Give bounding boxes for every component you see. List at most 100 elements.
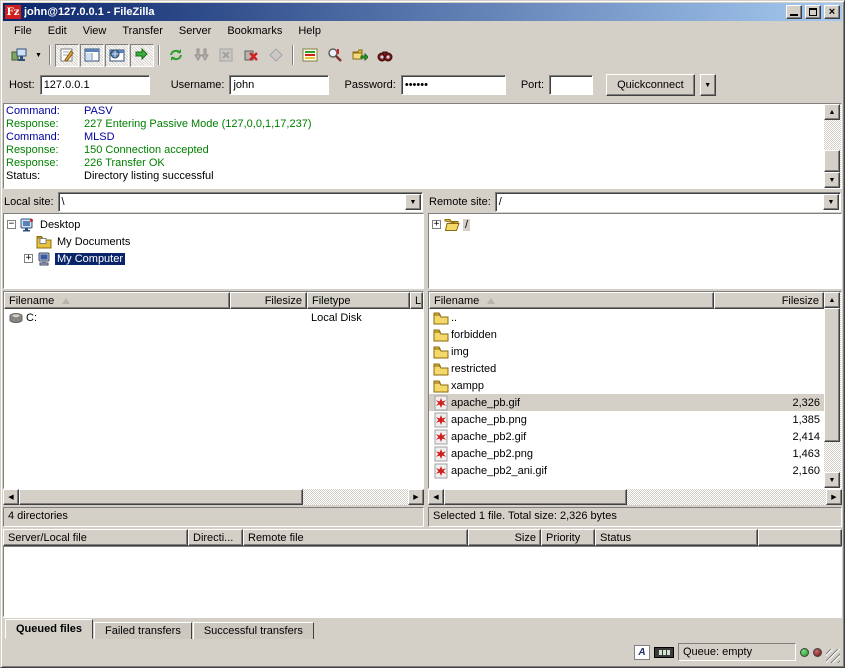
sort-ascending-icon [62,298,70,304]
filter-button[interactable] [323,44,347,67]
menu-help[interactable]: Help [290,23,329,39]
remote-vscrollbar[interactable]: ▲ ▼ [824,292,841,488]
local-site-combo[interactable]: \ ▼ [58,192,423,212]
find-button[interactable] [373,44,397,67]
minimize-button[interactable] [786,5,802,19]
remote-file-row[interactable]: apache_pb2_ani.gif2,160 [429,462,824,479]
column-header-filesize[interactable]: Filesize [714,292,824,309]
column-header-directi-[interactable]: Directi... [188,529,243,546]
local-hscroll-thumb[interactable] [19,489,303,505]
remote-site-combo[interactable]: / ▼ [495,192,841,212]
resize-grip[interactable] [826,649,840,663]
tab-failed-transfers[interactable]: Failed transfers [94,622,192,639]
file-name: C: [26,312,37,324]
remote-site-dropdown[interactable]: ▼ [823,194,839,210]
remote-vscroll-thumb[interactable] [824,308,840,442]
menu-view[interactable]: View [75,23,115,39]
remote-file-row[interactable]: restricted [429,360,824,377]
menu-server[interactable]: Server [171,23,219,39]
scroll-down-icon[interactable]: ▼ [824,172,840,188]
remote-file-row[interactable]: .. [429,309,824,326]
file-type: Local Disk [307,312,410,324]
column-header-size[interactable]: Size [468,529,541,546]
column-header-filename[interactable]: Filename [429,292,714,309]
documents-folder-icon [36,234,52,250]
local-file-row[interactable]: C: Local Disk [4,309,423,326]
scroll-down-icon[interactable]: ▼ [824,472,840,488]
log-scroll-track[interactable] [824,120,841,172]
column-header-filesize[interactable]: Filesize [230,292,307,309]
cancel-button[interactable] [214,44,238,67]
site-manager-dropdown[interactable]: ▼ [32,44,45,67]
remote-hscroll-thumb[interactable] [444,489,627,505]
scroll-left-icon[interactable]: ◀ [428,489,444,505]
host-label: Host: [9,79,35,91]
column-header-spacer[interactable] [758,529,842,546]
menu-bookmarks[interactable]: Bookmarks [219,23,290,39]
scroll-right-icon[interactable]: ▶ [826,489,842,505]
directory-comparison-button[interactable] [298,44,322,67]
log-label: Command: [6,105,84,118]
menu-transfer[interactable]: Transfer [114,23,171,39]
tree-item-my-computer[interactable]: +My Computer [5,250,422,267]
expand-icon[interactable]: + [24,254,33,263]
tree-item-my-documents[interactable]: My Documents [5,233,422,250]
toggle-local-tree-button[interactable] [80,44,104,67]
close-button[interactable]: × [824,5,840,19]
column-header-filename[interactable]: Filename [4,292,230,309]
refresh-button[interactable] [164,44,188,67]
local-site-dropdown[interactable]: ▼ [405,194,421,210]
toggle-queue-button[interactable] [130,44,154,67]
scroll-up-icon[interactable]: ▲ [824,292,840,308]
site-manager-button[interactable] [7,44,31,67]
column-header-filetype[interactable]: Filetype [307,292,410,309]
remote-file-row[interactable]: apache_pb2.png1,463 [429,445,824,462]
remote-file-row[interactable]: apache_pb.png1,385 [429,411,824,428]
log-scrollbar[interactable]: ▲ ▼ [824,104,841,188]
tree-item--[interactable]: +/ [430,216,840,233]
tree-item-desktop[interactable]: −Desktop [5,216,422,233]
column-header-remote-file[interactable]: Remote file [243,529,468,546]
disconnect-button[interactable] [239,44,263,67]
titlebar[interactable]: Fz john@127.0.0.1 - FileZilla × [3,3,842,21]
port-input[interactable] [549,75,593,95]
scroll-right-icon[interactable]: ▶ [408,489,424,505]
host-input[interactable] [40,75,150,95]
local-hscroll-track[interactable] [19,489,408,505]
quickconnect-button[interactable]: Quickconnect [606,74,695,96]
remote-file-row[interactable]: img [429,343,824,360]
toggle-remote-tree-button[interactable] [105,44,129,67]
remote-vscroll-track[interactable] [824,308,841,472]
column-header-l[interactable]: L [410,292,423,309]
username-input[interactable] [229,75,329,95]
remote-hscrollbar[interactable]: ◀ ▶ [428,489,842,505]
password-input[interactable] [401,75,506,95]
toggle-log-button[interactable] [55,44,79,67]
scroll-up-icon[interactable]: ▲ [824,104,840,120]
column-label: Filetype [312,295,351,307]
process-queue-button[interactable] [189,44,213,67]
abort-button[interactable] [264,44,288,67]
menu-file[interactable]: File [6,23,40,39]
column-header-priority[interactable]: Priority [541,529,595,546]
scroll-left-icon[interactable]: ◀ [3,489,19,505]
file-size: 2,326 [719,397,824,409]
quickconnect-dropdown-button[interactable]: ▼ [700,74,716,96]
maximize-button[interactable] [805,5,821,19]
local-hscrollbar[interactable]: ◀ ▶ [3,489,424,505]
remote-file-row[interactable]: apache_pb.gif2,326 [429,394,824,411]
column-header-server-local-file[interactable]: Server/Local file [3,529,188,546]
column-header-status[interactable]: Status [595,529,758,546]
menu-edit[interactable]: Edit [40,23,75,39]
tab-queued-files[interactable]: Queued files [5,619,93,639]
tab-successful-transfers[interactable]: Successful transfers [193,622,314,639]
synchronized-browsing-button[interactable] [348,44,372,67]
directory-comparison-icon [302,47,318,63]
remote-file-row[interactable]: apache_pb2.gif2,414 [429,428,824,445]
remote-hscroll-track[interactable] [444,489,826,505]
expand-icon[interactable]: + [432,220,441,229]
remote-file-row[interactable]: forbidden [429,326,824,343]
log-scroll-thumb[interactable] [824,150,840,172]
collapse-icon[interactable]: − [7,220,16,229]
remote-file-row[interactable]: xampp [429,377,824,394]
